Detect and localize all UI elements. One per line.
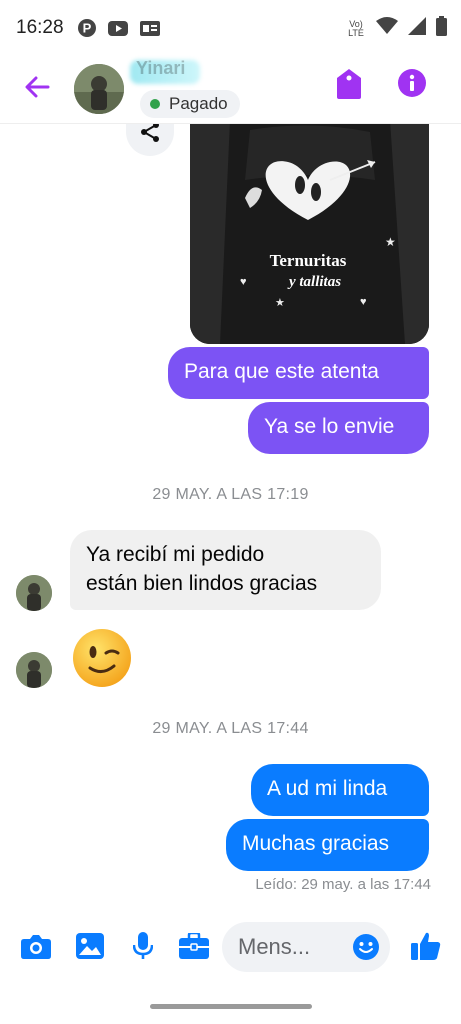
wink-emoji-message[interactable] [72,628,132,688]
battery-icon [436,16,447,41]
paid-status-label: Pagado [169,94,228,113]
message-timestamp: 29 MAY. A LAS 17:44 [152,720,309,737]
gallery-button[interactable] [74,932,106,964]
conversation-header: Yinari Pagado [0,56,461,124]
shared-photo[interactable]: Ternuritas y tallitas ★ ♥ ♥ ★ [190,120,429,344]
info-button[interactable] [397,68,427,102]
smiley-icon [353,934,379,960]
winking-face-icon [72,629,132,692]
status-bar: 16:28 P Vo) LTE [0,0,461,56]
contact-avatar[interactable] [74,64,124,114]
emoji-button[interactable] [352,933,380,961]
youtube-icon [107,20,128,36]
wifi-icon [376,17,398,40]
paid-status-badge[interactable]: Pagado [140,90,240,118]
sender-avatar[interactable] [16,575,52,611]
message-input[interactable]: Mens... [222,922,390,972]
signal-icon [408,17,426,40]
contact-name[interactable]: Yinari [136,58,185,79]
status-right-group: Vo) LTE [346,16,447,41]
outgoing-message[interactable]: A ud mi linda [251,764,429,816]
message-composer: Mens... [0,918,461,978]
message-timestamp: 29 MAY. A LAS 17:19 [152,486,309,503]
svg-text:♥: ♥ [360,296,367,308]
incoming-message-line: Ya recibí mi pedido [86,543,265,566]
label-tag-button[interactable] [334,68,364,104]
news-icon [139,20,160,36]
back-button[interactable] [20,72,54,106]
voice-button[interactable] [127,931,159,965]
outgoing-message[interactable]: Ya se lo envie [248,402,429,454]
outgoing-message[interactable]: Muchas gracias [226,819,429,871]
camera-button[interactable] [20,932,52,964]
share-icon [139,121,161,148]
outgoing-message[interactable]: Para que este atenta [168,347,429,399]
tag-icon [337,68,361,104]
incoming-message-line: están bien lindos gracias [86,572,318,595]
svg-text:P: P [82,21,91,36]
brand-print-line1: Ternuritas [270,251,347,270]
svg-text:★: ★ [275,297,285,309]
read-receipt: Leído: 29 may. a las 17:44 [255,876,431,893]
sender-avatar[interactable] [16,652,52,688]
microphone-icon [132,931,154,965]
pinterest-icon: P [77,19,96,37]
info-icon [398,68,426,102]
message-input-placeholder: Mens... [238,934,311,959]
briefcase-icon [179,931,209,964]
online-dot-icon [150,99,160,109]
thumbs-up-icon [411,931,441,966]
image-icon [76,932,104,964]
brand-print-line2: y tallitas [287,274,341,290]
incoming-message[interactable]: Ya recibí mi pedido están bien lindos gr… [70,530,381,610]
business-tools-button[interactable] [178,931,210,964]
back-arrow-icon [24,76,50,103]
volte-icon: Vo) LTE [348,18,364,38]
svg-text:♥: ♥ [240,276,247,288]
svg-text:★: ★ [385,235,396,249]
status-time: 16:28 [16,17,64,38]
camera-icon [21,933,51,964]
gesture-nav-handle[interactable] [150,1004,312,1009]
like-button[interactable] [410,932,442,964]
